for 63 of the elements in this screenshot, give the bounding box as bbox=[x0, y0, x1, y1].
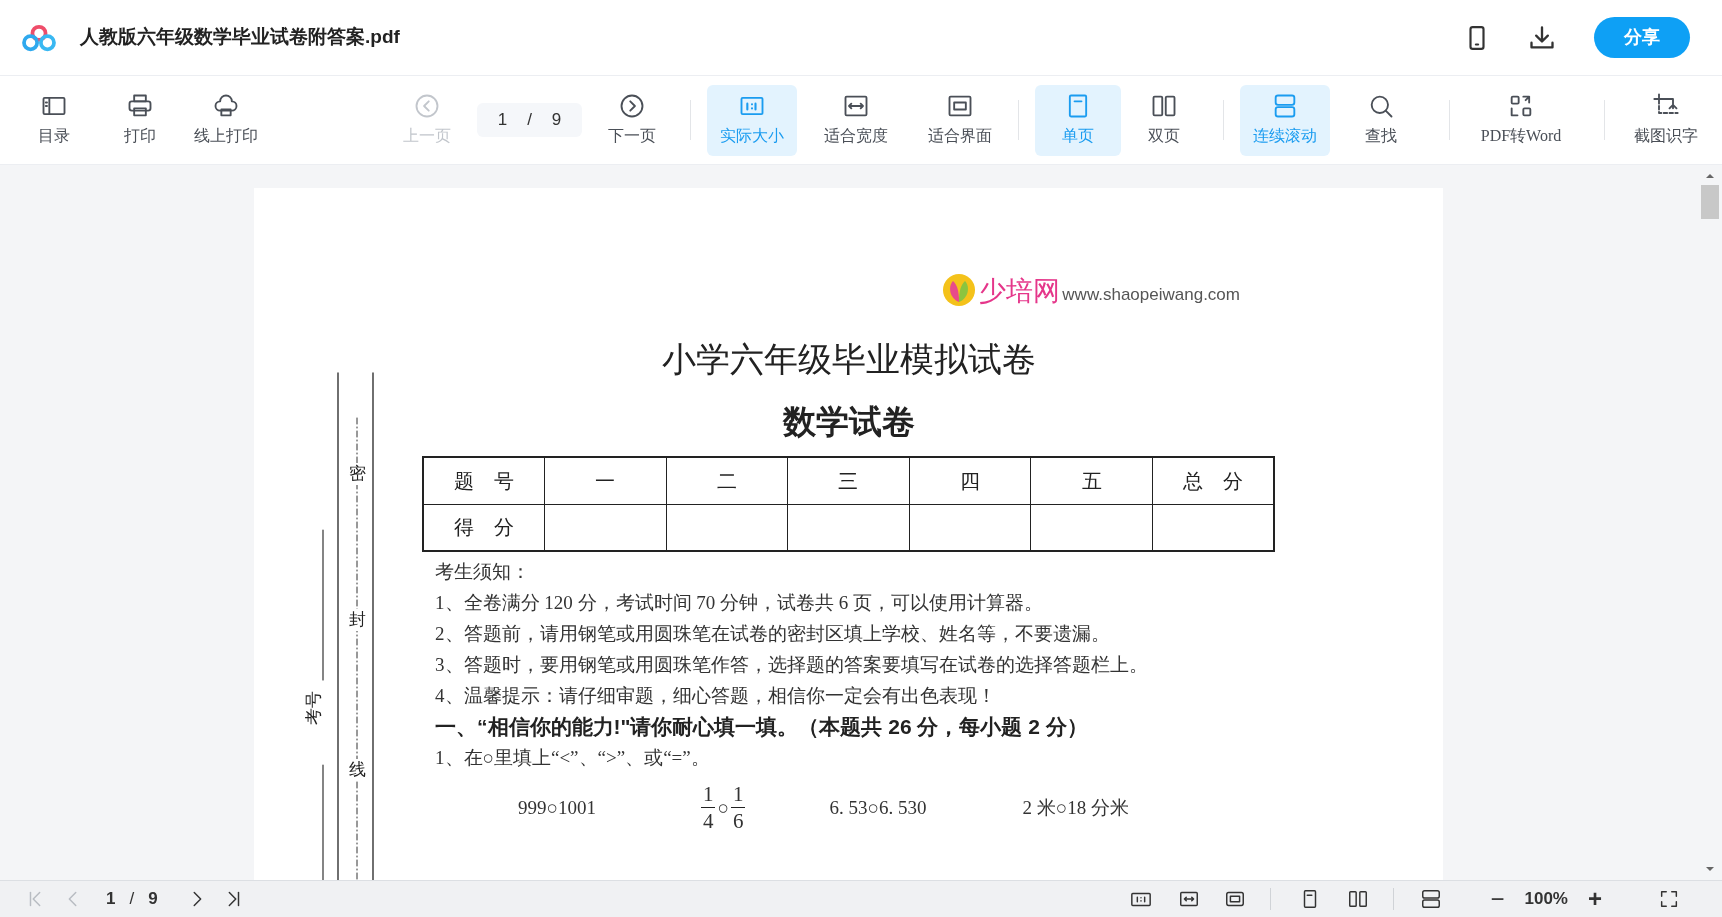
toolbar-button[interactable]: 目录 bbox=[11, 84, 97, 156]
fullscreen-button[interactable] bbox=[1658, 888, 1680, 910]
total-pages: 9 bbox=[551, 109, 562, 132]
download-icon bbox=[1528, 23, 1556, 52]
chevron-right-icon bbox=[618, 92, 646, 120]
fraction: 1 6 bbox=[730, 780, 746, 834]
continuous-scroll-icon bbox=[1420, 888, 1443, 910]
toolbar-button[interactable]: PDF转Word bbox=[1466, 84, 1576, 156]
table-header-cell: 题 号 bbox=[423, 457, 545, 504]
seal-mark: 线 bbox=[347, 759, 367, 781]
site-logo-name: 少培网 bbox=[979, 275, 1061, 308]
double-page-icon bbox=[1347, 888, 1370, 910]
exam-note: 4、温馨提示：请仔细审题，细心答题，相信你一定会有出色表现！ bbox=[435, 684, 997, 708]
toolbar-button[interactable]: 适合界面 bbox=[915, 84, 1005, 156]
download-button[interactable] bbox=[1528, 23, 1556, 52]
exam-number-label: 考号 bbox=[303, 690, 324, 727]
double-page-button[interactable] bbox=[1347, 888, 1370, 910]
comparison-item: 6. 53○6. 530 bbox=[829, 795, 927, 820]
chevron-left-icon bbox=[413, 92, 441, 120]
section-heading: 一、“相信你的能力!"请你耐心填一填。（本题共 26 分，每小题 2 分） bbox=[435, 714, 1089, 740]
toolbar-button[interactable]: 打印 bbox=[97, 84, 183, 156]
table-header-cell: 五 bbox=[1030, 457, 1153, 504]
site-url: www.shaopeiwang.com bbox=[1062, 284, 1240, 306]
exam-note: 2、答题前，请用钢笔或用圆珠笔在试卷的密封区填上学校、姓名等，不要遗漏。 bbox=[435, 622, 1111, 646]
exam-subtitle: 数学试卷 bbox=[781, 402, 916, 442]
comparison-item: 999○1001 bbox=[518, 795, 596, 820]
document-title: 人教版六年级数学毕业试卷附答案.pdf bbox=[80, 25, 400, 50]
seal-mark: 封 bbox=[347, 609, 367, 631]
toolbar-button[interactable]: 适合宽度 bbox=[811, 84, 901, 156]
continuous-scroll-button[interactable] bbox=[1420, 888, 1443, 910]
current-page[interactable]: 1 bbox=[106, 886, 116, 912]
toolbar-button[interactable]: 查找 bbox=[1336, 84, 1426, 156]
table-header-cell: 二 bbox=[666, 457, 788, 504]
total-pages: 9 bbox=[148, 888, 158, 911]
toolbar-button[interactable]: 双页 bbox=[1121, 84, 1207, 156]
page-field[interactable]: 1 / 9 bbox=[477, 103, 582, 137]
comparison-symbol: ○ bbox=[717, 795, 729, 820]
page-separator: / bbox=[129, 888, 135, 911]
toolbar-button[interactable]: 截图识字 bbox=[1621, 84, 1711, 156]
exam-note: 3、答题时，要用钢笔或用圆珠笔作答，选择题的答案要填写在试卷的选择答题栏上。 bbox=[435, 653, 1149, 677]
question-text: 1、在○里填上“<”、“>”、或“=”。 bbox=[435, 746, 711, 770]
page-separator: / bbox=[527, 109, 532, 132]
fraction: 1 4 bbox=[701, 780, 716, 834]
fullscreen-icon bbox=[1658, 888, 1680, 910]
toolbar-button[interactable]: 线上打印 bbox=[183, 84, 269, 156]
table-header-cell: 三 bbox=[787, 457, 910, 504]
comparison-item: 2 米○18 分米 bbox=[1022, 795, 1129, 820]
seal-mark: 密 bbox=[347, 463, 367, 485]
zoom-out-button[interactable]: − bbox=[1490, 887, 1505, 911]
logo-icon bbox=[20, 22, 58, 53]
flower-logo-icon bbox=[941, 272, 978, 308]
table-header-cell: 四 bbox=[909, 457, 1031, 504]
scrollbar-thumb[interactable] bbox=[1700, 185, 1719, 219]
zoom-in-button[interactable]: + bbox=[1588, 887, 1602, 911]
zoom-level: 100% bbox=[1524, 888, 1568, 911]
toolbar-button[interactable]: 下一页 bbox=[589, 84, 675, 156]
table-header-cell: 一 bbox=[544, 457, 667, 504]
scroll-up-icon bbox=[1704, 171, 1715, 181]
current-page: 1 bbox=[497, 109, 508, 132]
notes-title: 考生须知： bbox=[435, 560, 531, 584]
scroll-down-icon bbox=[1704, 864, 1715, 874]
exam-note: 1、全卷满分 120 分，考试时间 70 分钟，试卷共 6 页，可以使用计算器。 bbox=[435, 591, 1044, 615]
exam-title: 小学六年级毕业模拟试卷 bbox=[660, 340, 1037, 380]
